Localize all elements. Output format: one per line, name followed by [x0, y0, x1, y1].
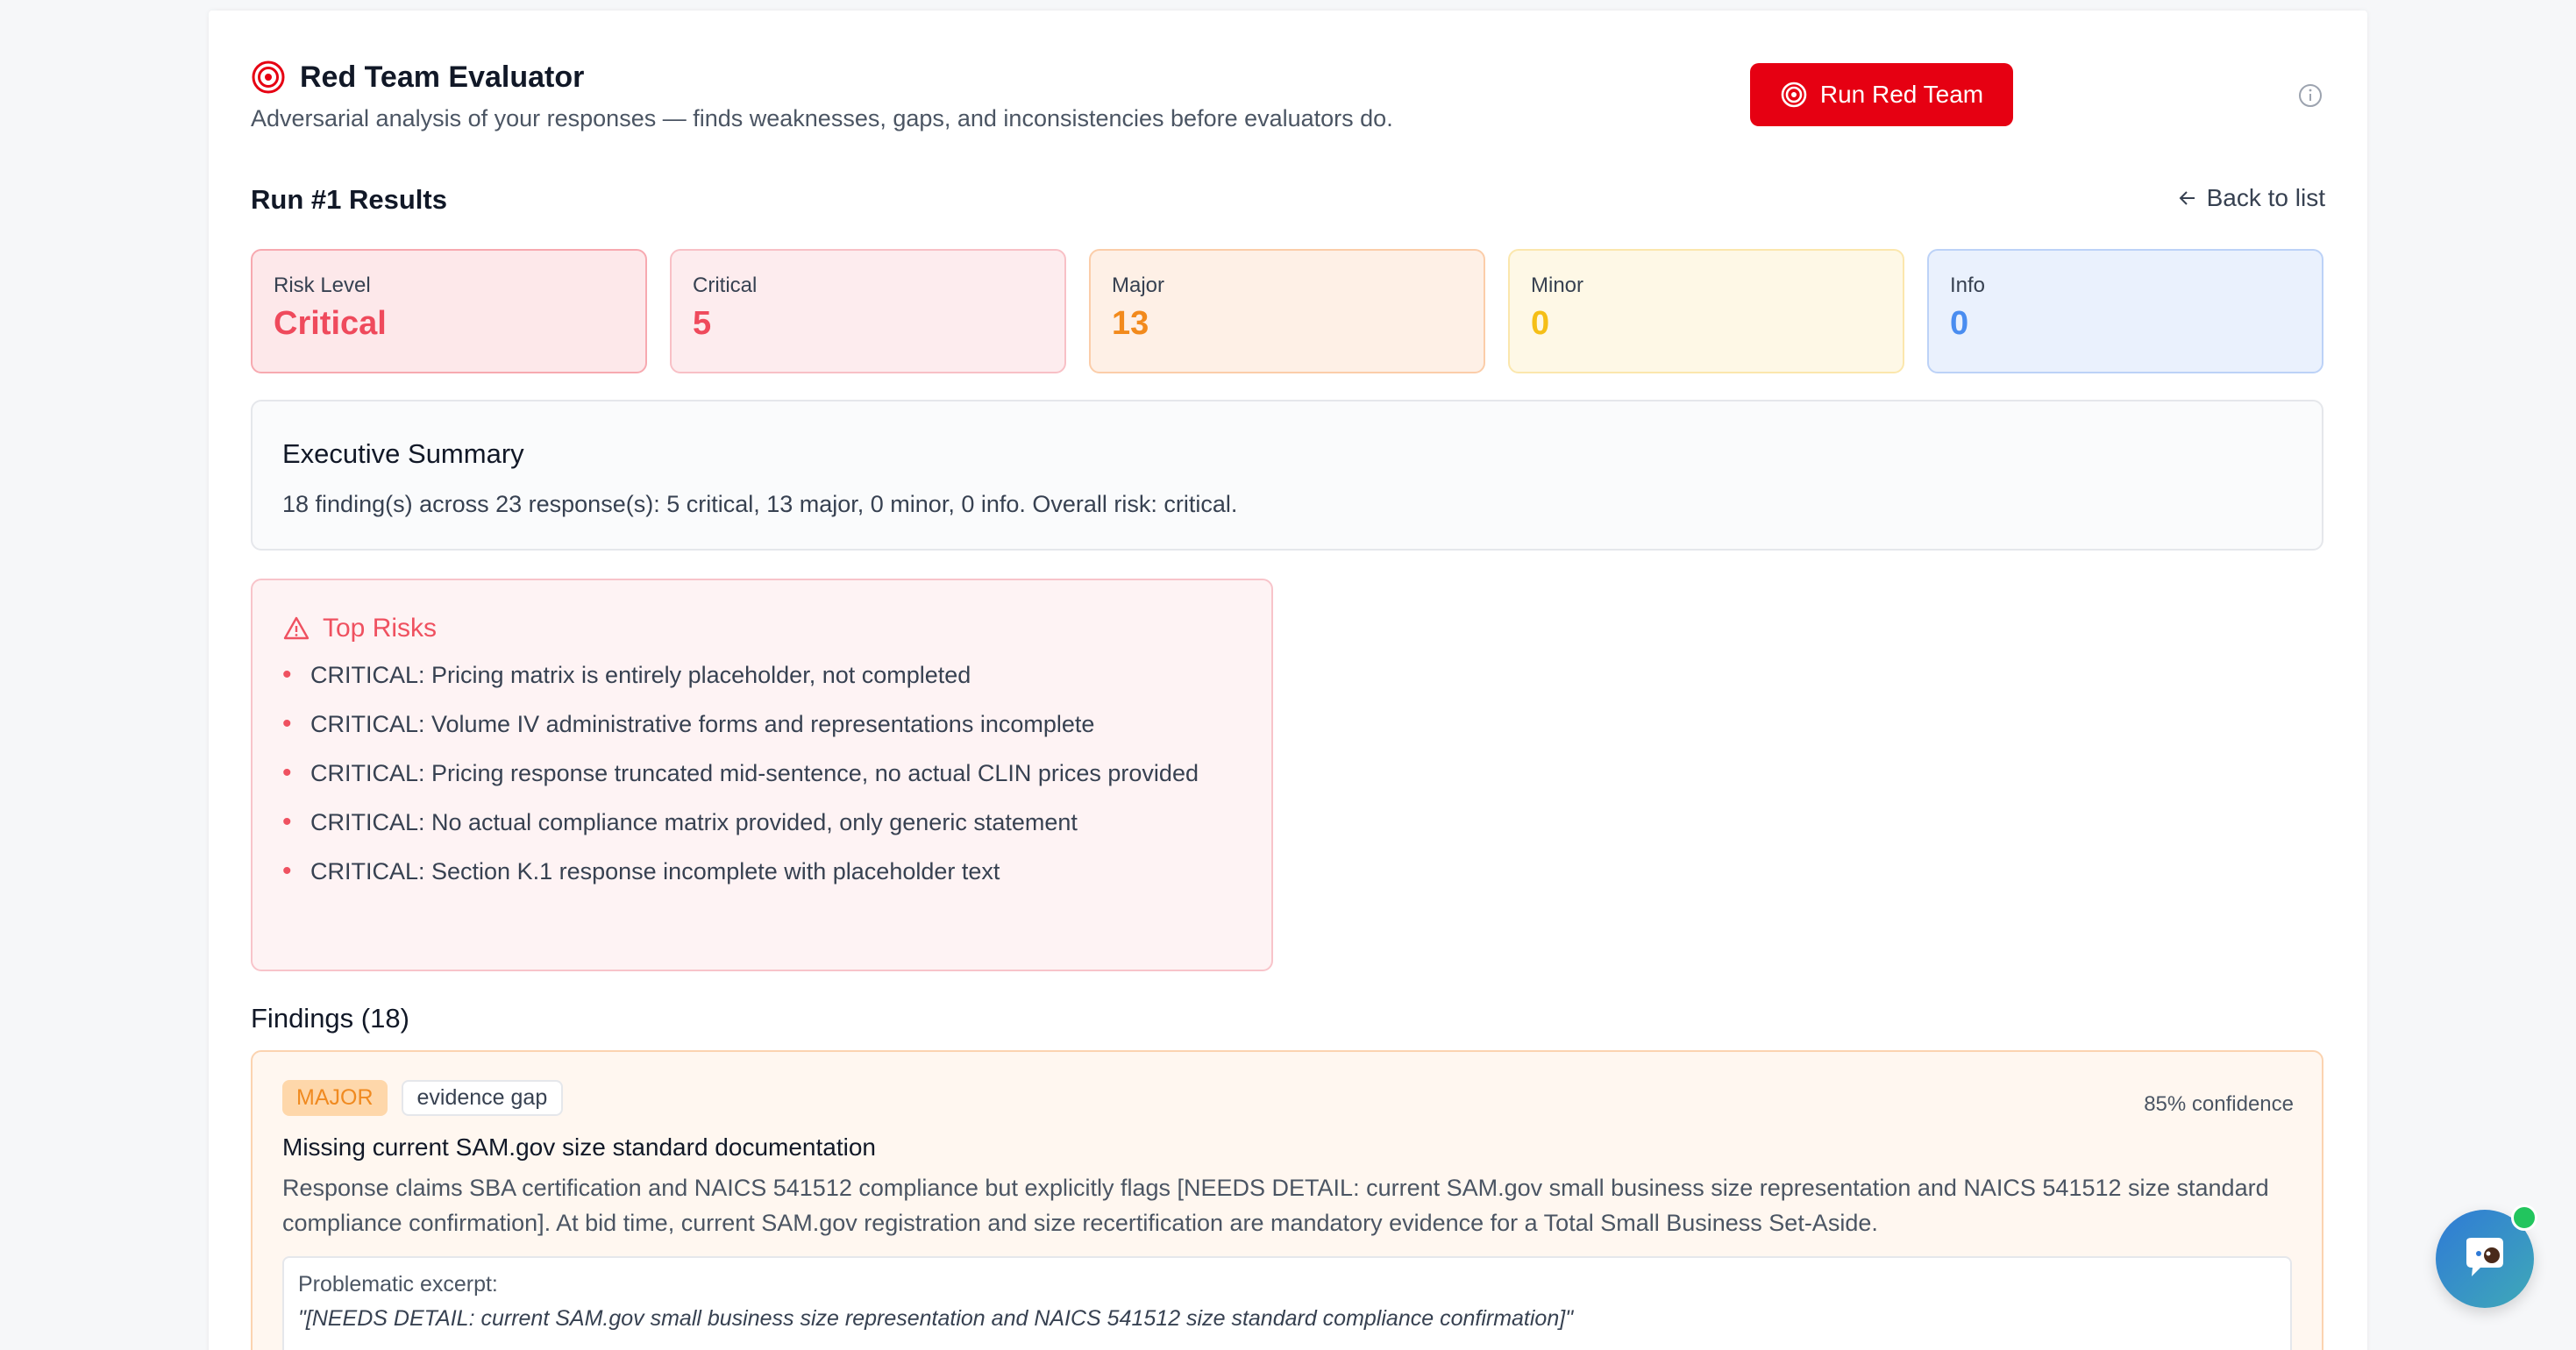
executive-summary-text: 18 finding(s) across 23 response(s): 5 c… [282, 491, 1238, 517]
risk-text: CRITICAL: Pricing matrix is entirely pla… [310, 662, 971, 688]
red-team-card: Red Team Evaluator Adversarial analysis … [209, 11, 2367, 1350]
stat-major: Major 13 [1089, 249, 1485, 373]
top-risks-title: Top Risks [323, 614, 438, 643]
stat-label: Major [1112, 274, 1165, 297]
online-status-dot [2511, 1204, 2537, 1231]
back-label: Back to list [2206, 184, 2325, 211]
finding-title: Missing current SAM.gov size standard do… [282, 1133, 876, 1161]
stats-row: Risk Level Critical Critical 5 Major 13 … [251, 249, 2323, 373]
executive-summary-title: Executive Summary [282, 438, 524, 469]
stat-value: 5 [693, 305, 712, 342]
stat-info: Info 0 [1927, 249, 2323, 373]
list-item: • CRITICAL: Volume IV administrative form… [282, 707, 1242, 742]
top-risks-panel: Top Risks • CRITICAL: Pricing matrix is e… [251, 579, 1273, 971]
risk-text: CRITICAL: Section K.1 response incomplet… [310, 858, 1000, 885]
list-item: • CRITICAL: Section K.1 response incomple… [282, 854, 1242, 889]
finding-card[interactable]: MAJOR evidence gap 85% confidence Missin… [251, 1050, 2323, 1350]
excerpt-label: Problematic excerpt: [298, 1272, 498, 1297]
excerpt-text: "[NEEDS DETAIL: current SAM.gov small bu… [298, 1306, 1574, 1331]
risk-text: CRITICAL: Pricing response truncated mid… [310, 760, 1199, 786]
category-badge: evidence gap [401, 1080, 564, 1116]
run-button-label: Run Red Team [1819, 81, 1984, 108]
problematic-excerpt: Problematic excerpt: "[NEEDS DETAIL: cur… [282, 1256, 2292, 1350]
stat-value: 0 [1950, 305, 1969, 342]
warning-triangle-icon [283, 616, 310, 640]
stat-label: Info [1950, 274, 1986, 297]
page-subtitle: Adversarial analysis of your responses —… [251, 105, 1393, 131]
stat-value: Critical [274, 305, 387, 342]
target-icon [1781, 82, 1807, 108]
risk-text: CRITICAL: Volume IV administrative forms… [310, 711, 1095, 737]
severity-badge: MAJOR [282, 1080, 388, 1116]
stat-label: Critical [693, 274, 758, 297]
arrow-left-icon [2179, 191, 2195, 205]
executive-summary: Executive Summary 18 finding(s) across 2… [251, 400, 2323, 551]
run-red-team-button[interactable]: Run Red Team [1750, 63, 2013, 126]
page-title: Red Team Evaluator [300, 60, 585, 94]
stat-risk-level: Risk Level Critical [251, 249, 647, 373]
target-icon [252, 60, 285, 94]
stat-minor: Minor 0 [1508, 249, 1904, 373]
list-item: • CRITICAL: No actual compliance matrix p… [282, 805, 1242, 840]
risk-text: CRITICAL: No actual compliance matrix pr… [310, 809, 1078, 835]
stat-critical: Critical 5 [670, 249, 1066, 373]
results-title: Run #1 Results [251, 184, 447, 215]
stat-label: Minor [1531, 274, 1584, 297]
findings-title: Findings (18) [251, 1003, 409, 1034]
finding-tags: MAJOR evidence gap [282, 1080, 2292, 1116]
chat-bot-icon [2466, 1238, 2503, 1276]
confidence-label: 85% confidence [2144, 1092, 2294, 1116]
stat-value: 13 [1112, 305, 1149, 342]
list-item: • CRITICAL: Pricing matrix is entirely pl… [282, 657, 1242, 693]
title-row: Red Team Evaluator [251, 60, 584, 95]
finding-description: Response claims SBA certification and NA… [282, 1175, 2269, 1236]
back-to-list-link[interactable]: Back to list [2177, 184, 2325, 212]
top-risks-header: Top Risks [282, 614, 1242, 643]
list-item: • CRITICAL: Pricing response truncated mi… [282, 756, 1242, 791]
stat-value: 0 [1531, 305, 1550, 342]
top-risks-list: • CRITICAL: Pricing matrix is entirely pl… [282, 657, 1242, 889]
info-circle-icon[interactable] [2297, 82, 2323, 109]
stat-label: Risk Level [274, 274, 371, 297]
